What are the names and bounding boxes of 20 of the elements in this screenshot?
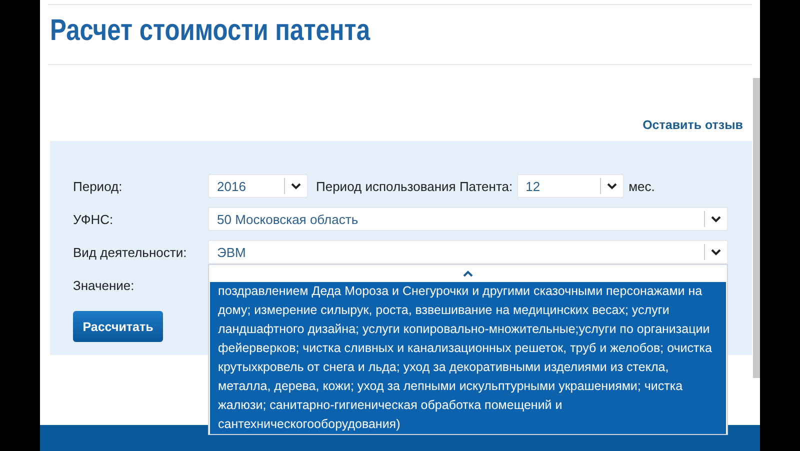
year-select[interactable]: 2016 xyxy=(208,174,308,198)
activity-select[interactable]: ЭВМ xyxy=(208,240,728,264)
calculate-button[interactable]: Рассчитать xyxy=(73,311,163,342)
tax-office-select[interactable]: 50 Московская область xyxy=(208,207,728,231)
dropdown-option[interactable]: поздравлением Деда Мороза и Снегурочки и другими сказочными персонажами на дому; измерение силырук, роста, взвешивание на медицинских весах; услуги ландшафтного дизайна; услуги копировально-множительные;услуги по организации фейерверков; чистка сливных и канализационных решеток, труб и желобов; очистка крутыхкровель от снега и льда; уход за декоративными изделиями из стекла, металла, дерева, кожи; уход за лепными искульптурными украшениями; чистка жалюзи; санитарно-гигиеническая обработка помещений и сантехническогооборудования) xyxy=(210,282,726,434)
chevron-down-icon xyxy=(606,182,617,190)
field-label: УФНС: xyxy=(73,212,114,226)
months-select[interactable]: 12 xyxy=(516,174,624,198)
chevron-down-icon xyxy=(291,182,301,190)
field-label: Вид деятельности: xyxy=(73,244,188,260)
feedback-link[interactable]: Оставить отзыв xyxy=(642,118,743,141)
field-label: Период: xyxy=(73,178,124,194)
field-label: Период использования Патента: xyxy=(316,178,513,194)
scroll-up-icon[interactable] xyxy=(463,270,473,277)
chevron-down-icon xyxy=(711,248,721,256)
page-title: Расчет стоимости патента xyxy=(50,14,370,48)
chevron-down-icon xyxy=(711,215,721,223)
field-label: Значение: xyxy=(73,278,136,292)
scrollbar[interactable] xyxy=(753,78,760,378)
unit-label: мес. xyxy=(628,178,655,194)
